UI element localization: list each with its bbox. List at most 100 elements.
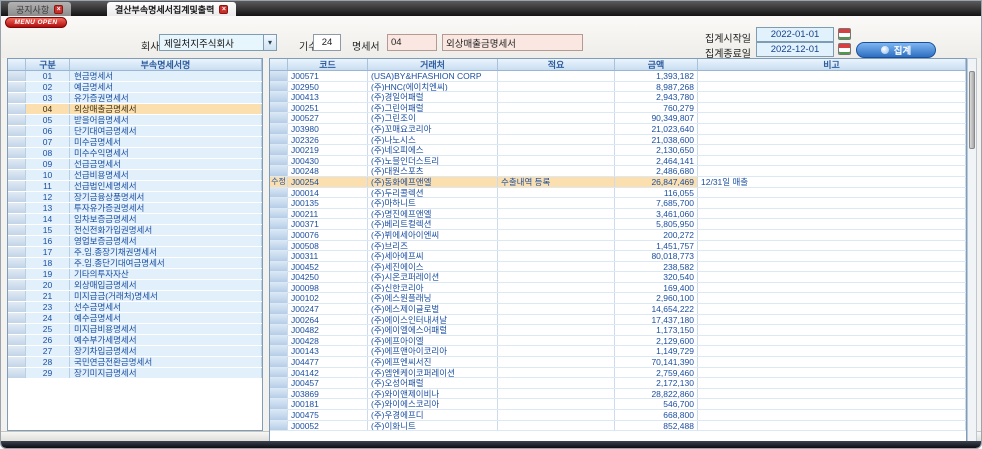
statement-row[interactable]: 17주.임.종장기채권명세서 bbox=[8, 247, 262, 258]
customer-row[interactable]: J00076(주)뷔에세아이엔씨200,272 bbox=[270, 230, 966, 241]
statement-row[interactable]: 20외상매입금명세서 bbox=[8, 280, 262, 291]
statement-row[interactable]: 13투자유가증권명세서 bbox=[8, 203, 262, 214]
statement-row[interactable]: 24예수금명세서 bbox=[8, 313, 262, 324]
customer-row[interactable]: J00143(주)에프앤아이코리아1,149,729 bbox=[270, 346, 966, 357]
statement-row[interactable]: 15전신전화가입권명세서 bbox=[8, 225, 262, 236]
statement-row[interactable]: 10선급비용명세서 bbox=[8, 170, 262, 181]
amount-cell: 852,488 bbox=[615, 421, 698, 431]
row-status-cell bbox=[270, 410, 288, 420]
statement-row[interactable]: 25미지급비용명세서 bbox=[8, 324, 262, 335]
statement-row[interactable]: 11선급법인세명세서 bbox=[8, 181, 262, 192]
customer-row[interactable]: J00371(주)베리트컬렉션5,805,950 bbox=[270, 219, 966, 230]
note-cell bbox=[698, 410, 966, 420]
row-gutter bbox=[8, 137, 26, 147]
category-cell: 29 bbox=[26, 368, 70, 378]
customer-row[interactable]: J00571(USA)BY&HFASHION CORP1,393,182 bbox=[270, 71, 966, 82]
customer-row[interactable]: J00247(주)에스제이글로벌14,654,222 bbox=[270, 304, 966, 315]
customer-row[interactable]: J00211(주)명진에프앤엘3,461,060 bbox=[270, 209, 966, 220]
statement-row[interactable]: 05받을어음명세서 bbox=[8, 115, 262, 126]
customer-row[interactable]: J00052(주)이화니트852,488 bbox=[270, 421, 966, 432]
customer-row[interactable]: J03980(주)꼬매요코리아21,023,640 bbox=[270, 124, 966, 135]
customer-row[interactable]: J00251(주)그린어패럴760,279 bbox=[270, 103, 966, 114]
amount-cell: 760,279 bbox=[615, 103, 698, 113]
customer-row[interactable]: J03869(주)와이앤제이비나28,822,860 bbox=[270, 389, 966, 400]
note-cell bbox=[698, 336, 966, 346]
statement-row[interactable]: 02예금명세서 bbox=[8, 82, 262, 93]
customer-row[interactable]: J04142(주)엠엔케이코퍼레이션2,759,460 bbox=[270, 368, 966, 379]
customer-row[interactable]: J00311(주)세아에프씨80,018,773 bbox=[270, 251, 966, 262]
customer-row[interactable]: J04477(주)에프엔씨서진70,141,390 bbox=[270, 357, 966, 368]
customer-row[interactable]: J00219(주)네오피에스2,130,650 bbox=[270, 145, 966, 156]
statement-code-input[interactable] bbox=[387, 34, 437, 51]
row-gutter bbox=[8, 291, 26, 301]
customer-row[interactable]: J02326(주)나노시스21,038,600 bbox=[270, 135, 966, 146]
statement-name-cell: 미지급금(거래처)명세서 bbox=[70, 291, 262, 301]
company-select[interactable]: 제일처지주식회사 ▾ bbox=[159, 34, 277, 51]
customer-cell: (주)에프아이엘 bbox=[368, 336, 498, 346]
row-status-cell bbox=[270, 241, 288, 251]
customer-cell: (주)동화에프앤엘 bbox=[368, 177, 498, 187]
scrollbar-thumb[interactable] bbox=[969, 71, 975, 149]
customer-row[interactable]: J00264(주)에이스인터내셔날17,437,180 bbox=[270, 315, 966, 326]
customer-row[interactable]: J00014(주)두리콜렉션116,055 bbox=[270, 188, 966, 199]
statement-row[interactable]: 08미수수익명세서 bbox=[8, 148, 262, 159]
statement-name-cell: 선급비용명세서 bbox=[70, 170, 262, 180]
statement-row[interactable]: 16영업보증금명세서 bbox=[8, 236, 262, 247]
customer-row[interactable]: J02950(주)HNC(에이치엔씨)8,987,268 bbox=[270, 82, 966, 93]
customer-row[interactable]: J00102(주)에스원플래닝2,960,100 bbox=[270, 293, 966, 304]
customer-row[interactable]: J00527(주)그린조이90,349,807 bbox=[270, 113, 966, 124]
close-icon[interactable]: × bbox=[219, 5, 228, 14]
customer-row[interactable]: J00428(주)에프아이엘2,129,600 bbox=[270, 336, 966, 347]
customer-row[interactable]: J00452(주)세진에이스238,582 bbox=[270, 262, 966, 273]
customer-row[interactable]: J00482(주)에이엘에스어패럴1,173,150 bbox=[270, 325, 966, 336]
aggregate-button[interactable]: 집계 bbox=[856, 42, 936, 58]
statement-row[interactable]: 12장기금융상품명세서 bbox=[8, 192, 262, 203]
vertical-scrollbar[interactable] bbox=[967, 58, 977, 442]
statement-row[interactable]: 28국민연금전환금명세서 bbox=[8, 357, 262, 368]
statement-row[interactable]: 06단기대여금명세서 bbox=[8, 126, 262, 137]
statement-row[interactable]: 03유가증권명세서 bbox=[8, 93, 262, 104]
customer-cell: (주)엠엔케이코퍼레이션 bbox=[368, 368, 498, 378]
menu-open-button[interactable]: MENU OPEN bbox=[5, 17, 67, 28]
start-date-input[interactable] bbox=[756, 27, 834, 42]
close-icon[interactable]: × bbox=[54, 5, 63, 14]
calendar-icon[interactable] bbox=[838, 43, 851, 55]
statement-row[interactable]: 01현금명세서 bbox=[8, 71, 262, 82]
customer-row[interactable]: J00098(주)신한코리아169,400 bbox=[270, 283, 966, 294]
statement-row[interactable]: 18주.임.종단기대여금명세서 bbox=[8, 258, 262, 269]
customer-row[interactable]: J00413(주)경일어패럴2,943,780 bbox=[270, 92, 966, 103]
statement-row[interactable]: 14임차보증금명세서 bbox=[8, 214, 262, 225]
customer-row[interactable]: J04250(주)시온코퍼레이션320,540 bbox=[270, 272, 966, 283]
customer-row[interactable]: J00430(주)노블인더스트리2,464,141 bbox=[270, 156, 966, 167]
chevron-down-icon[interactable]: ▾ bbox=[263, 35, 276, 50]
customer-row[interactable]: J00248(주)대원스포츠2,486,680 bbox=[270, 166, 966, 177]
customer-row[interactable]: J00457(주)오성어패럴2,172,130 bbox=[270, 378, 966, 389]
customer-cell: (주)세진에이스 bbox=[368, 262, 498, 272]
customer-row[interactable]: 수정J00254(주)동화에프앤엘수출내역 등록26,847,46912/31일… bbox=[270, 177, 966, 188]
tab-statement-aggregate[interactable]: 결산부속명세서집계및출력 × bbox=[107, 2, 236, 16]
amount-cell: 320,540 bbox=[615, 272, 698, 282]
period-input[interactable] bbox=[313, 34, 341, 51]
customer-row[interactable]: J00508(주)브리즈1,451,757 bbox=[270, 241, 966, 252]
code-cell: J00457 bbox=[288, 378, 368, 388]
statement-name-input[interactable] bbox=[442, 34, 583, 51]
statement-row[interactable]: 29장기미지급명세서 bbox=[8, 368, 262, 379]
tab-notice[interactable]: 공지사항 × bbox=[8, 2, 71, 16]
customer-row[interactable]: J00475(주)우경에프디668,800 bbox=[270, 410, 966, 421]
statement-row[interactable]: 04외상매출금명세서 bbox=[8, 104, 262, 115]
statement-row[interactable]: 07미수금명세서 bbox=[8, 137, 262, 148]
statement-row[interactable]: 09선급금명세서 bbox=[8, 159, 262, 170]
row-gutter bbox=[8, 302, 26, 312]
statement-row[interactable]: 21미지급금(거래처)명세서 bbox=[8, 291, 262, 302]
customer-cell: (주)노블인더스트리 bbox=[368, 156, 498, 166]
statement-row[interactable]: 27장기차입금명세서 bbox=[8, 346, 262, 357]
row-gutter bbox=[8, 214, 26, 224]
calendar-icon[interactable] bbox=[838, 28, 851, 40]
statement-row[interactable]: 26예수부가세명세서 bbox=[8, 335, 262, 346]
customer-row[interactable]: J00181(주)와이에스코리아546,700 bbox=[270, 399, 966, 410]
statement-row[interactable]: 23선수금명세서 bbox=[8, 302, 262, 313]
category-cell: 16 bbox=[26, 236, 70, 246]
end-date-input[interactable] bbox=[756, 42, 834, 57]
statement-row[interactable]: 19기타의투자자산 bbox=[8, 269, 262, 280]
customer-row[interactable]: J00135(주)마하니트7,685,700 bbox=[270, 198, 966, 209]
